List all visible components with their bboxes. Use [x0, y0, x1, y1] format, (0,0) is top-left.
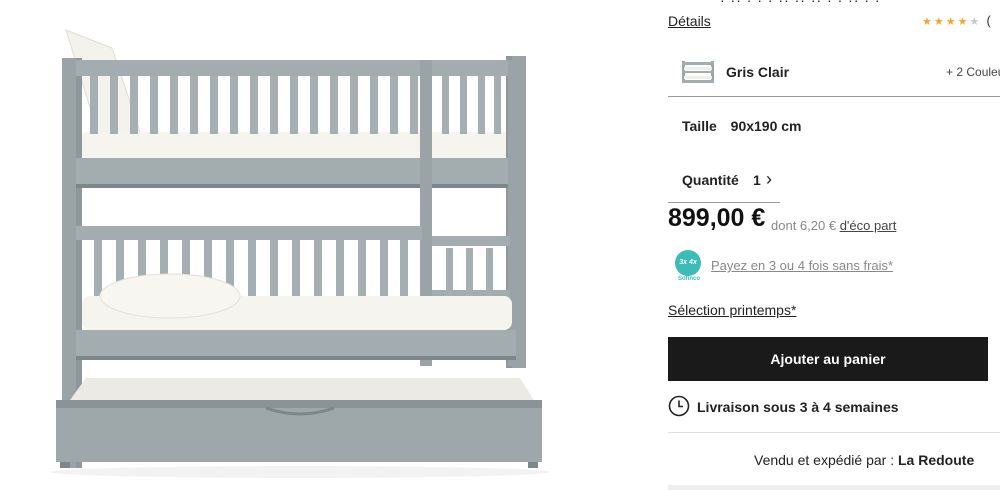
- color-name: Gris Clair: [726, 64, 790, 80]
- sofinco-logo: 3x 4x CB Sofinco: [672, 250, 706, 292]
- star-icon: ★: [945, 16, 958, 28]
- add-to-cart-button[interactable]: Ajouter au panier: [668, 337, 988, 381]
- eco-prefix: dont 6,20 €: [771, 218, 837, 233]
- star-icon: ★: [933, 16, 946, 28]
- bottom-section-edge: [668, 485, 1000, 490]
- bunk-bed-illustration: [50, 29, 550, 478]
- seller-prefix: Vendu et expédié par :: [754, 452, 895, 468]
- quantity-label: Quantité: [682, 172, 739, 188]
- star-icon: ★: [922, 16, 934, 28]
- size-label: Taille: [682, 118, 717, 134]
- star-icon: ★: [969, 16, 982, 28]
- divider: [668, 432, 1000, 433]
- delivery-text: Livraison sous 3 à 4 semaines: [697, 399, 899, 415]
- quantity-selector[interactable]: Quantité 1 ›: [668, 160, 780, 203]
- eco-participation: dont 6,20 € d'éco part: [771, 218, 896, 233]
- eco-part-link[interactable]: d'éco part: [840, 218, 897, 233]
- size-selector[interactable]: Taille 90x190 cm: [682, 118, 802, 134]
- finco-brand: Sofinco: [678, 276, 700, 282]
- finco-badge: 3x 4x CB: [675, 250, 701, 292]
- clock-icon: [668, 395, 690, 417]
- chevron-right-icon[interactable]: ›: [766, 169, 772, 190]
- seller-info: Vendu et expédié par : La Redoute: [754, 452, 974, 468]
- product-title-fragment: · ·· · · · ·· ·· ·· · · ·· · ·: [720, 0, 1000, 6]
- installment-payment-link[interactable]: Payez en 3 ou 4 fois sans frais*: [711, 258, 893, 273]
- color-swatch-image: [682, 61, 714, 83]
- product-image: [0, 0, 600, 490]
- quantity-value: 1: [753, 172, 761, 188]
- rating-count: (: [986, 13, 991, 28]
- size-value: 90x190 cm: [730, 118, 802, 134]
- more-colors-link[interactable]: + 2 Couleurs: [946, 65, 1000, 79]
- price: 899,00 €: [668, 204, 766, 232]
- star-icon: ★: [957, 16, 970, 28]
- seller-name: La Redoute: [898, 452, 975, 468]
- promo-selection-link[interactable]: Sélection printemps*: [668, 302, 796, 318]
- rating[interactable]: ★★★★★ (: [922, 13, 991, 28]
- color-selector[interactable]: Gris Clair + 2 Couleurs: [668, 46, 1000, 97]
- details-link[interactable]: Détails: [668, 13, 711, 29]
- product-info-panel: · ·· · · · ·· ·· ·· · · ·· · · Détails ★…: [668, 0, 1000, 490]
